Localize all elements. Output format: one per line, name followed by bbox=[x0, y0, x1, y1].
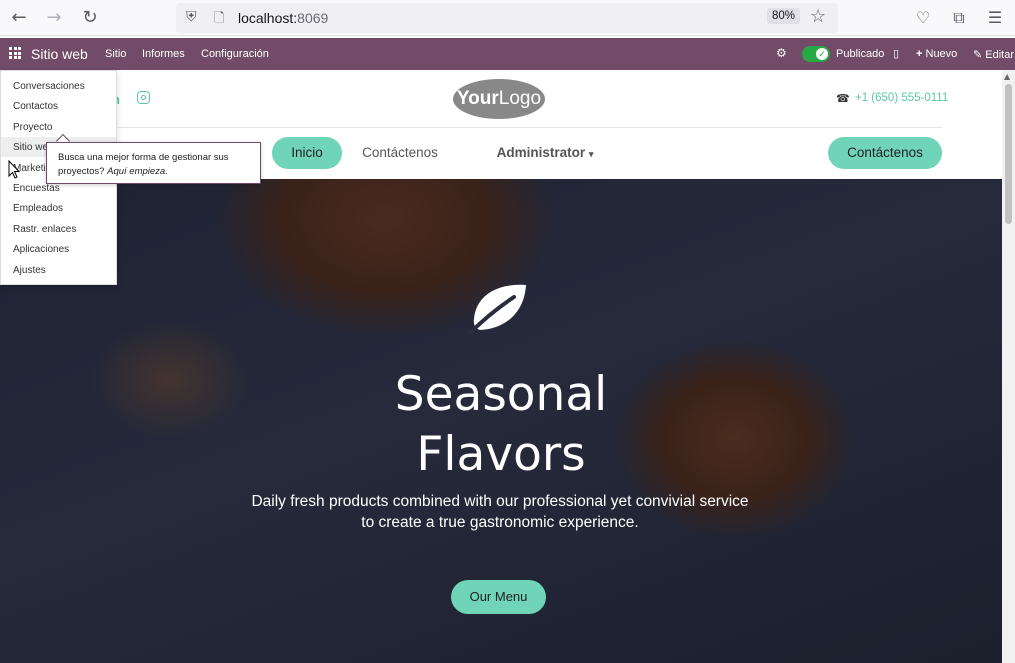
hero-subtitle-line2: to create a true gastronomic experience. bbox=[361, 514, 639, 531]
dropdown-item-proyecto[interactable]: Proyecto bbox=[13, 122, 52, 133]
menu-configuracion[interactable]: Configuración bbox=[201, 48, 269, 60]
hero-subtitle: Daily fresh products combined with our p… bbox=[200, 491, 800, 533]
dropdown-item-aplicaciones[interactable]: Aplicaciones bbox=[13, 244, 69, 255]
nav-admin-dropdown[interactable]: Administrator ▾ bbox=[485, 137, 605, 169]
publish-toggle[interactable]: ✓ bbox=[802, 46, 830, 62]
back-arrow-icon[interactable]: ← bbox=[8, 7, 30, 29]
dropdown-item-ajustes[interactable]: Ajustes bbox=[13, 265, 46, 276]
dropdown-item-conversaciones[interactable]: Conversaciones bbox=[13, 81, 85, 92]
edit-button[interactable]: ✎ Editar bbox=[973, 48, 1014, 61]
phone-number[interactable]: +1 (650) 555-0111 bbox=[855, 92, 948, 104]
dropdown-item-contactos[interactable]: Contactos bbox=[13, 101, 58, 112]
phone-icon: ☎ bbox=[836, 92, 850, 105]
scrollbar-thumb[interactable] bbox=[1005, 84, 1012, 224]
edit-label: Editar bbox=[985, 49, 1015, 61]
bug-icon[interactable]: ⚙ bbox=[776, 46, 787, 60]
browser-toolbar: ← → ↻ ⛨ 🗋 localhost:8069 80% ☆ ♡ ⧉ ☰ bbox=[0, 0, 1015, 36]
tooltip-line1: Busca una mejor forma de gestionar sus bbox=[58, 152, 229, 163]
tooltip-emphasis: Aquí empieza. bbox=[107, 165, 168, 177]
app-name[interactable]: Sitio web bbox=[31, 46, 88, 62]
hero-title-line2: Flavors bbox=[416, 427, 586, 482]
published-label[interactable]: Publicado bbox=[836, 48, 884, 60]
hero-subtitle-line1: Daily fresh products combined with our p… bbox=[251, 493, 749, 510]
hero-title: Seasonal Flavors bbox=[0, 365, 1002, 485]
contact-cta-button[interactable]: Contáctenos bbox=[828, 137, 942, 169]
onboarding-tooltip[interactable]: Busca una mejor forma de gestionar sus p… bbox=[46, 142, 261, 184]
hamburger-menu-icon[interactable]: ☰ bbox=[984, 7, 1006, 29]
instagram-icon[interactable] bbox=[137, 91, 150, 104]
tooltip-line2: proyectos? Aquí empieza. bbox=[58, 165, 249, 179]
shield-icon[interactable]: ⛨ bbox=[186, 9, 197, 25]
bookmark-star-icon[interactable]: ☆ bbox=[810, 6, 826, 27]
hero-section: Seasonal Flavors Daily fresh products co… bbox=[0, 179, 1002, 663]
url-text[interactable]: localhost:8069 bbox=[238, 10, 328, 26]
nav-home[interactable]: Inicio bbox=[272, 137, 342, 169]
new-button[interactable]: + Nuevo bbox=[916, 48, 957, 60]
header-divider bbox=[60, 127, 942, 128]
menu-sitio[interactable]: Sitio bbox=[105, 48, 126, 60]
address-bar[interactable]: ⛨ 🗋 localhost:8069 80% ☆ bbox=[176, 3, 838, 33]
odoo-navbar: Sitio web Sitio Informes Configuración ⚙… bbox=[0, 38, 1015, 70]
hero-title-line1: Seasonal bbox=[394, 367, 608, 422]
logo-logo: Logo bbox=[498, 88, 542, 109]
mobile-preview-icon[interactable]: ▯ bbox=[893, 47, 899, 60]
tooltip-line2-prefix: proyectos? bbox=[58, 165, 108, 177]
page-icon: 🗋 bbox=[214, 11, 225, 26]
admin-label: Administrator bbox=[496, 145, 586, 160]
mouse-cursor-icon bbox=[8, 160, 20, 179]
menu-informes[interactable]: Informes bbox=[142, 48, 185, 60]
pocket-icon[interactable]: ♡ bbox=[912, 7, 934, 29]
page-scrollbar[interactable]: ▲ bbox=[1002, 70, 1015, 663]
scroll-up-icon[interactable]: ▲ bbox=[1004, 72, 1010, 81]
site-logo[interactable]: YourLogo bbox=[453, 79, 545, 119]
extensions-icon[interactable]: ⧉ bbox=[948, 7, 970, 29]
apps-grid-icon[interactable] bbox=[9, 47, 21, 59]
caret-down-icon: ▾ bbox=[588, 149, 594, 159]
dropdown-item-empleados[interactable]: Empleados bbox=[13, 203, 63, 214]
nav-contact[interactable]: Contáctenos bbox=[350, 137, 450, 169]
check-icon: ✓ bbox=[816, 48, 828, 60]
dropdown-item-sitio-web[interactable]: Sitio we bbox=[13, 142, 48, 153]
dropdown-item-encuestas[interactable]: Encuestas bbox=[13, 183, 60, 194]
forward-arrow-icon[interactable]: → bbox=[43, 7, 65, 29]
our-menu-button[interactable]: Our Menu bbox=[451, 580, 546, 614]
dropdown-item-rastr-enlaces[interactable]: Rastr. enlaces bbox=[13, 224, 76, 235]
new-label: Nuevo bbox=[925, 48, 958, 60]
leaf-icon bbox=[468, 284, 526, 335]
logo-your: Your bbox=[456, 88, 499, 109]
zoom-badge[interactable]: 80% bbox=[767, 8, 801, 24]
reload-icon[interactable]: ↻ bbox=[79, 7, 101, 29]
